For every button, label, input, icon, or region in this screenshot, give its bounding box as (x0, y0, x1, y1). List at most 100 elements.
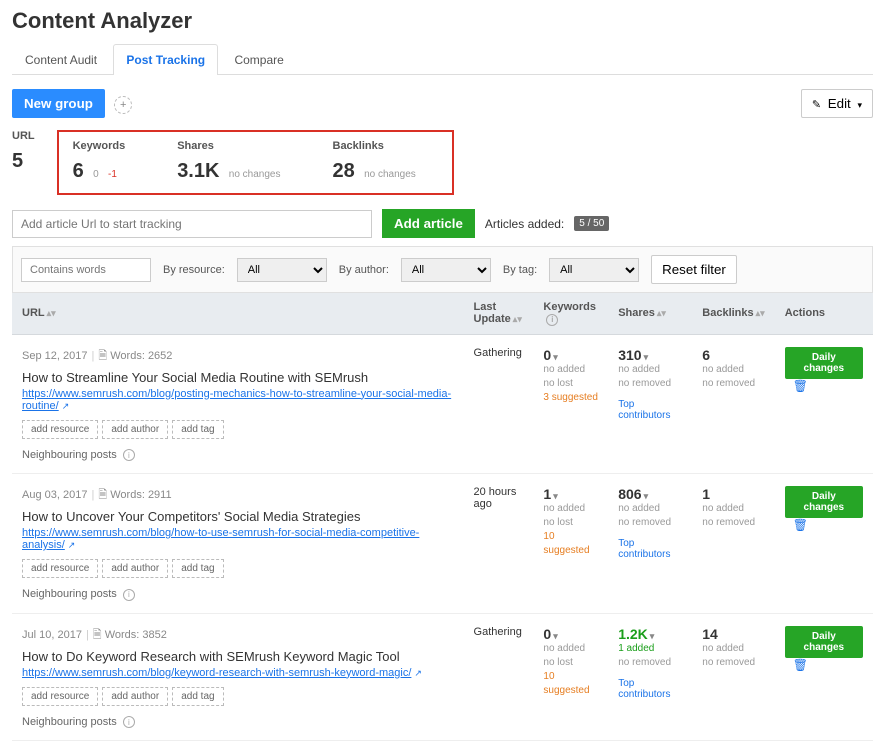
document-icon: 🗎 (93, 629, 102, 641)
table-row: Sep 12, 2017|🗎 Words: 2652How to Streaml… (12, 334, 873, 474)
add-tag-button[interactable]: add tag (172, 420, 223, 439)
keywords-suggested[interactable]: 10 suggested (543, 530, 598, 558)
articles-added-label: Articles added: (485, 217, 564, 231)
table-row: Jul 10, 2017|🗎 Words: 3852How to Do Keyw… (12, 613, 873, 741)
stat-url-label: URL (12, 130, 35, 142)
words-count: 2911 (148, 489, 172, 501)
col-url[interactable]: URL▴▾ (12, 293, 464, 334)
backlinks-value: 14 (702, 626, 764, 642)
top-contributors-link[interactable]: Top contributors (618, 399, 682, 421)
pencil-icon: ✎ (812, 99, 821, 111)
neighbouring-posts[interactable]: Neighbouring posts i (22, 716, 454, 729)
contains-words-input[interactable] (21, 258, 151, 282)
daily-changes-button[interactable]: Daily changes (785, 486, 863, 518)
daily-changes-button[interactable]: Daily changes (785, 626, 863, 658)
neighbouring-posts[interactable]: Neighbouring posts i (22, 449, 454, 462)
daily-changes-button[interactable]: Daily changes (785, 347, 863, 379)
row-title: How to Do Keyword Research with SEMrush … (22, 649, 454, 664)
edit-button[interactable]: ✎ Edit ▾ (801, 89, 873, 118)
keywords-value[interactable]: 0▾ (543, 347, 598, 363)
stat-url: URL 5 (12, 130, 57, 173)
by-author-select[interactable]: All (401, 258, 491, 282)
external-link-icon[interactable]: ↗ (414, 668, 422, 678)
trash-icon[interactable]: 🗑 (793, 379, 808, 393)
chevron-down-icon: ▾ (553, 631, 558, 641)
backlinks-no-added: no added (702, 363, 764, 377)
filter-bar: By resource: All By author: All By tag: … (12, 246, 873, 293)
keywords-suggested[interactable]: 10 suggested (543, 670, 598, 698)
keywords-no-added: no added (543, 363, 598, 377)
shares-value[interactable]: 310▾ (618, 347, 682, 363)
stat-keywords-neg: -1 (108, 169, 117, 180)
sort-icon: ▴▾ (756, 308, 765, 318)
by-tag-select[interactable]: All (549, 258, 639, 282)
stat-backlinks-sub: no changes (364, 169, 416, 180)
keywords-value[interactable]: 1▾ (543, 486, 598, 502)
by-tag-label: By tag: (503, 264, 537, 276)
tab-compare[interactable]: Compare (221, 44, 296, 75)
add-tag-button[interactable]: add tag (172, 559, 223, 578)
words-label: Words: (110, 489, 145, 501)
words-label: Words: (110, 350, 145, 362)
tab-post-tracking[interactable]: Post Tracking (113, 44, 218, 75)
top-contributors-link[interactable]: Top contributors (618, 538, 682, 560)
external-link-icon[interactable]: ↗ (68, 540, 76, 550)
keywords-no-added: no added (543, 502, 598, 516)
sort-icon: ▴▾ (657, 308, 666, 318)
tab-content-audit[interactable]: Content Audit (12, 44, 110, 75)
col-last-update[interactable]: Last Update▴▾ (464, 293, 534, 334)
neighbouring-posts[interactable]: Neighbouring posts i (22, 588, 454, 601)
shares-no-removed: no removed (618, 656, 682, 670)
stat-shares-value: 3.1K (177, 160, 219, 182)
row-meta: Aug 03, 2017|🗎 Words: 2911 (22, 486, 454, 505)
shares-no-added: no added (618, 363, 682, 377)
trash-icon[interactable]: 🗑 (793, 658, 808, 672)
stat-backlinks: Backlinks 28 no changes (333, 140, 438, 183)
add-tag-button[interactable]: add tag (172, 687, 223, 706)
add-resource-button[interactable]: add resource (22, 420, 98, 439)
stat-shares: Shares 3.1K no changes (177, 140, 302, 183)
trash-icon[interactable]: 🗑 (793, 518, 808, 532)
shares-value[interactable]: 1.2K▾ (618, 626, 682, 642)
row-url-link[interactable]: https://www.semrush.com/blog/posting-mec… (22, 388, 451, 412)
new-group-button[interactable]: New group (12, 89, 105, 118)
keywords-suggested[interactable]: 3 suggested (543, 391, 598, 405)
keywords-value[interactable]: 0▾ (543, 626, 598, 642)
reset-filter-button[interactable]: Reset filter (651, 255, 737, 284)
keywords-no-lost: no lost (543, 377, 598, 391)
row-url-link[interactable]: https://www.semrush.com/blog/keyword-res… (22, 667, 411, 679)
add-author-button[interactable]: add author (102, 559, 168, 578)
external-link-icon[interactable]: ↗ (62, 401, 70, 411)
add-article-button[interactable]: Add article (382, 209, 475, 238)
stat-shares-label: Shares (177, 140, 280, 152)
add-resource-button[interactable]: add resource (22, 687, 98, 706)
keywords-no-lost: no lost (543, 516, 598, 530)
sort-icon: ▴▾ (47, 308, 56, 318)
words-count: 2652 (148, 350, 172, 362)
add-resource-button[interactable]: add resource (22, 559, 98, 578)
add-article-input[interactable] (12, 210, 372, 238)
add-group-icon[interactable]: + (114, 96, 132, 114)
row-title: How to Streamline Your Social Media Rout… (22, 370, 454, 385)
col-backlinks[interactable]: Backlinks▴▾ (692, 293, 774, 334)
col-actions: Actions (775, 293, 873, 334)
cell-last-update: Gathering (464, 613, 534, 741)
shares-added: 1 added (618, 642, 682, 656)
chevron-down-icon: ▾ (644, 352, 649, 362)
shares-value[interactable]: 806▾ (618, 486, 682, 502)
table-row: Aug 03, 2017|🗎 Words: 2911How to Uncover… (12, 474, 873, 614)
backlinks-no-removed: no removed (702, 656, 764, 670)
top-contributors-link[interactable]: Top contributors (618, 678, 682, 700)
col-keywords[interactable]: Keywordsi (533, 293, 608, 334)
page-title: Content Analyzer (12, 8, 873, 34)
add-author-button[interactable]: add author (102, 687, 168, 706)
col-shares[interactable]: Shares▴▾ (608, 293, 692, 334)
by-author-label: By author: (339, 264, 389, 276)
cell-last-update: 20 hours ago (464, 474, 534, 614)
by-resource-select[interactable]: All (237, 258, 327, 282)
info-icon: i (546, 314, 558, 326)
shares-no-removed: no removed (618, 516, 682, 530)
add-author-button[interactable]: add author (102, 420, 168, 439)
row-url-link[interactable]: https://www.semrush.com/blog/how-to-use-… (22, 527, 419, 551)
keywords-no-added: no added (543, 642, 598, 656)
